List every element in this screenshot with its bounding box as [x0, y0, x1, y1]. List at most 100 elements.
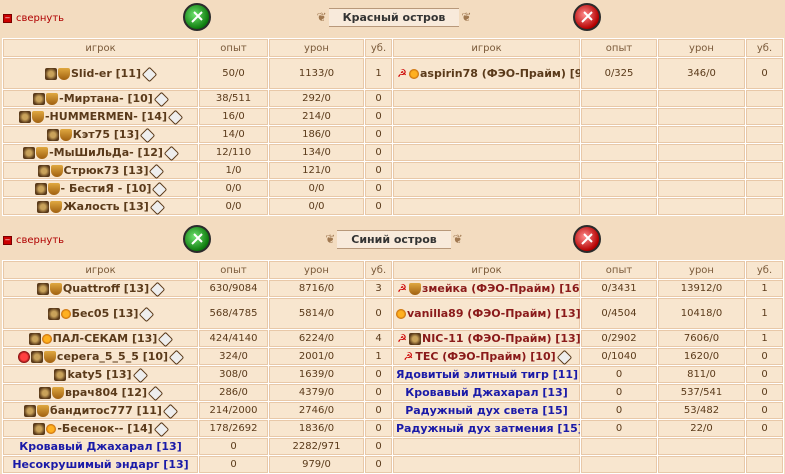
- player-cell[interactable]: Кэт75 [13]: [2, 125, 199, 144]
- info-icon[interactable]: [167, 109, 184, 125]
- table-row: врач804 [12] 286/0 4379/0 0 Кровавый Джа…: [2, 383, 784, 402]
- kills-cell: 3: [364, 279, 393, 298]
- player-cell[interactable]: ☭ TEC (ФЭО-Прайм) [10]: [392, 347, 581, 366]
- player-cell[interactable]: Бес05 [13]: [2, 297, 199, 330]
- player-cell[interactable]: ☭ aspirin78 (ФЭО-Прайм) [9]: [392, 57, 581, 90]
- info-icon[interactable]: [168, 349, 185, 365]
- player-name[interactable]: -МыШиЛьДа- [12]: [49, 146, 163, 159]
- damage-cell: 10418/0: [657, 297, 746, 330]
- info-icon[interactable]: [149, 163, 165, 179]
- player-name[interactable]: Радужный дух затмения [15]: [396, 422, 580, 435]
- player-name[interactable]: aspirin78 (ФЭО-Прайм) [9]: [420, 67, 580, 80]
- info-icon[interactable]: [149, 281, 166, 297]
- player-cell[interactable]: Жалость [13]: [2, 197, 199, 216]
- kills-cell: 0: [364, 365, 393, 384]
- info-icon[interactable]: [139, 306, 155, 322]
- player-cell[interactable]: -МыШиЛьДа- [12]: [2, 143, 199, 162]
- info-icon[interactable]: [147, 385, 164, 401]
- player-cell[interactable]: vanilla89 (ФЭО-Прайм) [13]: [392, 297, 581, 330]
- empty-cell: [745, 179, 784, 198]
- player-name[interactable]: Quattroff [13]: [63, 282, 149, 295]
- player-name[interactable]: Радужный дух света [15]: [405, 404, 567, 417]
- player-name[interactable]: Жалость [13]: [63, 200, 149, 213]
- player-name[interactable]: katy5 [13]: [67, 368, 131, 381]
- player-name[interactable]: -HUMMERMEN- [14]: [45, 110, 167, 123]
- kills-cell: 0: [364, 437, 393, 456]
- ornament-right-icon: ❦: [452, 232, 463, 246]
- damage-cell: 1133/0: [268, 57, 365, 90]
- medal-icon: [46, 93, 59, 105]
- player-name[interactable]: -Миртана- [10]: [59, 92, 153, 105]
- player-cell[interactable]: - БестиЯ - [10]: [2, 179, 199, 198]
- player-cell[interactable]: katy5 [13]: [2, 365, 199, 384]
- table-row: katy5 [13] 308/0 1639/0 0 Ядовитый элитн…: [2, 365, 784, 384]
- table-row: Бес05 [13] 568/4785 5814/0 0 vanilla89 (…: [2, 297, 784, 330]
- player-cell[interactable]: -Миртана- [10]: [2, 89, 199, 108]
- player-name[interactable]: Ядовитый элитный тигр [11]: [396, 368, 578, 381]
- player-cell[interactable]: Стрюк73 [13]: [2, 161, 199, 180]
- medal-icon: [50, 201, 63, 213]
- player-cell[interactable]: бандитос777 [11]: [2, 401, 199, 420]
- kills-cell: 0: [364, 89, 393, 108]
- player-name[interactable]: NIC-11 (ФЭО-Прайм) [13]: [422, 332, 580, 345]
- info-icon[interactable]: [149, 199, 166, 215]
- player-cell[interactable]: -Бесенок-- [14]: [2, 419, 199, 438]
- exp-cell: 424/4140: [198, 329, 269, 348]
- ornament-right-icon: ❦: [461, 10, 472, 24]
- player-cell[interactable]: серега_5_5_5 [10]: [2, 347, 199, 366]
- info-icon[interactable]: [162, 403, 179, 419]
- info-icon[interactable]: [163, 145, 180, 161]
- info-icon[interactable]: [556, 349, 572, 365]
- player-cell[interactable]: ☭ змейка (ФЭО-Прайм) [16]: [392, 279, 581, 298]
- player-cell[interactable]: ПАЛ-СЕКАМ [13]: [2, 329, 199, 348]
- info-icon[interactable]: [139, 127, 156, 143]
- kills-cell: 0: [745, 419, 784, 438]
- player-name[interactable]: - БестиЯ - [10]: [61, 182, 152, 195]
- damage-cell: 2282/971: [268, 437, 365, 456]
- info-icon[interactable]: [141, 66, 158, 82]
- player-name[interactable]: ПАЛ-СЕКАМ [13]: [53, 332, 158, 345]
- col-kills: уб.: [364, 260, 393, 280]
- player-cell[interactable]: Quattroff [13]: [2, 279, 199, 298]
- player-name[interactable]: Кровавый Джахарал [13]: [405, 386, 567, 399]
- player-name[interactable]: Стрюк73 [13]: [64, 164, 149, 177]
- player-name[interactable]: Несокрушимый эндарг [13]: [12, 458, 188, 471]
- empty-cell: [580, 455, 658, 474]
- info-icon[interactable]: [132, 367, 148, 383]
- player-cell[interactable]: ☭ NIC-11 (ФЭО-Прайм) [13]: [392, 329, 581, 348]
- player-cell[interactable]: Радужный дух затмения [15]: [392, 419, 581, 438]
- info-icon[interactable]: [153, 91, 170, 107]
- player-name[interactable]: Кровавый Джахарал [13]: [19, 440, 181, 453]
- player-cell[interactable]: Несокрушимый эндарг [13]: [2, 455, 199, 474]
- info-icon[interactable]: [153, 421, 169, 437]
- damage-cell: 214/0: [268, 107, 365, 126]
- player-cell[interactable]: Ядовитый элитный тигр [11]: [392, 365, 581, 384]
- player-name[interactable]: vanilla89 (ФЭО-Прайм) [13]: [407, 307, 580, 320]
- player-cell[interactable]: Кровавый Джахарал [13]: [2, 437, 199, 456]
- empty-cell: [580, 161, 658, 180]
- empty-cell: [657, 143, 746, 162]
- player-name[interactable]: змейка (ФЭО-Прайм) [16]: [422, 282, 580, 295]
- player-name[interactable]: серега_5_5_5 [10]: [57, 350, 168, 363]
- player-cell[interactable]: врач804 [12]: [2, 383, 199, 402]
- player-name[interactable]: TEC (ФЭО-Прайм) [10]: [415, 350, 555, 363]
- player-name[interactable]: Кэт75 [13]: [73, 128, 139, 141]
- player-name[interactable]: -Бесенок-- [14]: [57, 422, 152, 435]
- medal-icon: [409, 68, 419, 79]
- player-name[interactable]: Slid-er [11]: [71, 67, 141, 80]
- info-icon[interactable]: [152, 181, 168, 197]
- collapse-red-button[interactable]: − свернуть: [3, 11, 64, 25]
- medal-icon: [49, 283, 62, 295]
- collapse-blue-button[interactable]: − свернуть: [3, 233, 64, 247]
- player-cell[interactable]: -HUMMERMEN- [14]: [2, 107, 199, 126]
- player-cell[interactable]: Кровавый Джахарал [13]: [392, 383, 581, 402]
- kills-cell: 0: [364, 107, 393, 126]
- col-player: игрок: [2, 260, 199, 280]
- kills-cell: 0: [745, 401, 784, 420]
- player-cell[interactable]: Slid-er [11]: [2, 57, 199, 90]
- info-icon[interactable]: [158, 331, 174, 347]
- player-name[interactable]: врач804 [12]: [65, 386, 147, 399]
- player-name[interactable]: Бес05 [13]: [72, 307, 139, 320]
- player-cell[interactable]: Радужный дух света [15]: [392, 401, 581, 420]
- player-name[interactable]: бандитос777 [11]: [50, 404, 162, 417]
